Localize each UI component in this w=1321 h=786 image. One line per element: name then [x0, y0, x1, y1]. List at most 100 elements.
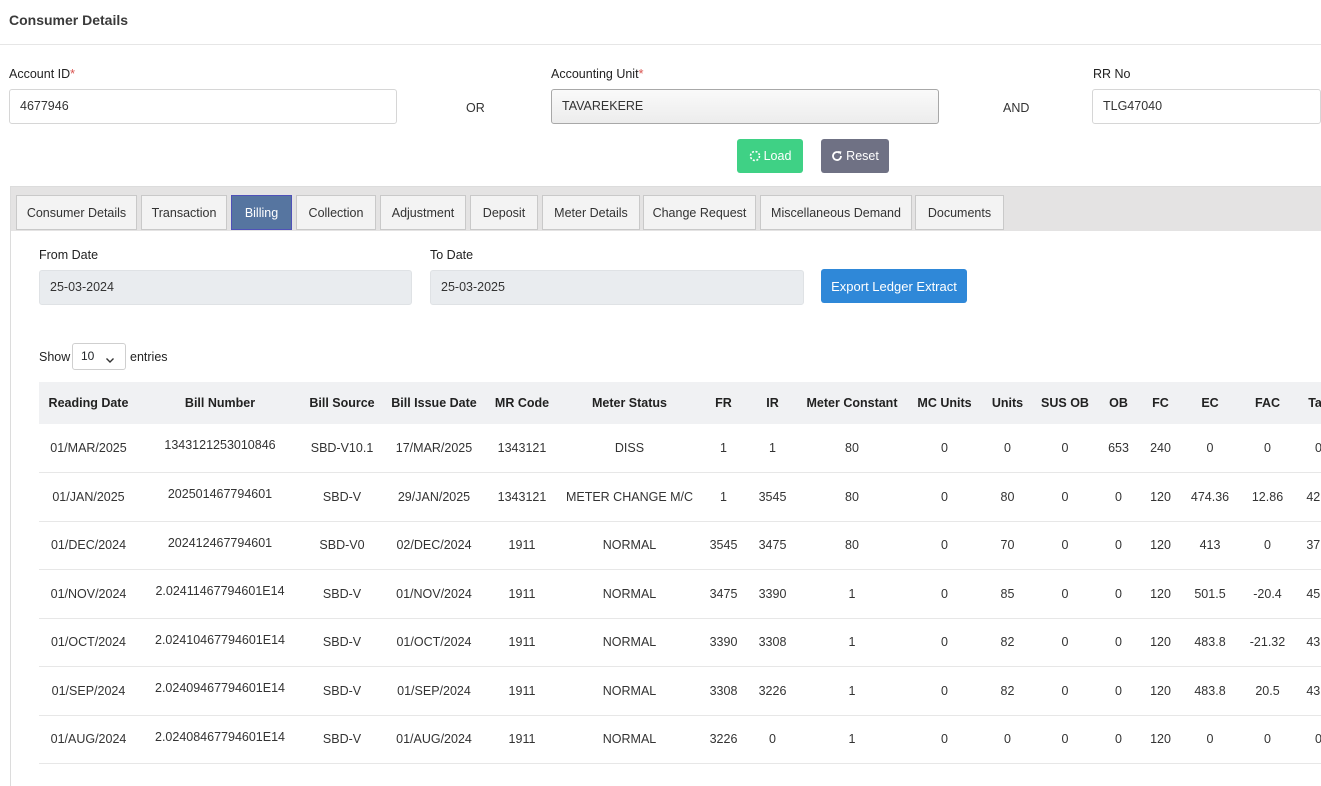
table-cell: 0 [941, 441, 948, 455]
table-cell: SBD-V [322, 732, 362, 747]
column-header[interactable]: OB [1099, 382, 1138, 424]
table-cell: 2.02410467794601E14 [155, 632, 285, 647]
table-cell: 37.7 [1306, 538, 1321, 553]
table-cell: 0 [1061, 635, 1069, 650]
column-header[interactable]: Units [984, 382, 1031, 424]
table-cell: 3226 [758, 683, 787, 698]
tab-change-request[interactable]: Change Request [643, 195, 756, 230]
table-cell: 2.02408467794601E14 [155, 729, 285, 744]
table-cell: 01/OCT/2024 [50, 635, 127, 650]
column-header[interactable]: Meter Status [558, 382, 701, 424]
table-cell: SBD-V [322, 683, 362, 698]
table-cell: 202412467794601 [167, 535, 273, 550]
tab-billing[interactable]: Billing [231, 195, 292, 230]
tab-miscellaneous-demand[interactable]: Miscellaneous Demand [760, 195, 912, 230]
table-cell: 01/NOV/2024 [50, 586, 127, 601]
table-cell: 3545 [709, 538, 738, 553]
column-header[interactable]: FR [701, 382, 746, 424]
table-cell: 02/DEC/2024 [396, 538, 472, 553]
table-cell: 17/MAR/2025 [395, 441, 473, 455]
table-cell: 120 [1150, 683, 1171, 698]
table-cell: 3226 [709, 732, 738, 747]
table-cell: 0 [941, 635, 948, 650]
table-cell: 0 [941, 538, 948, 553]
column-header[interactable]: Bill Source [302, 382, 382, 424]
table-cell: 01/OCT/2024 [396, 635, 472, 650]
table-cell: 120 [1150, 732, 1171, 747]
table-row: 01/NOV/2024 2.02411467794601E14 SBD-V 01/NO… [39, 570, 1321, 618]
table-cell: 12.86 [1251, 489, 1284, 504]
table-cell: 483.8 [1194, 683, 1226, 698]
load-button[interactable]: Load [737, 139, 803, 173]
column-header[interactable]: SUS OB [1031, 382, 1099, 424]
rr-no-input[interactable]: TLG47040 [1092, 89, 1321, 124]
to-date-label: To Date [430, 248, 474, 262]
tab-deposit[interactable]: Deposit [470, 195, 538, 230]
column-header[interactable]: FC [1138, 382, 1183, 424]
tab-consumer-details[interactable]: Consumer Details [16, 195, 137, 230]
table-header-row: Reading Date Bill Number Bill Source Bill I… [39, 382, 1321, 424]
tab-adjustment[interactable]: Adjustment [380, 195, 466, 230]
column-header[interactable]: IR [746, 382, 799, 424]
required-marker: * [70, 67, 76, 81]
table-cell: 0 [941, 489, 948, 504]
column-header[interactable]: Bill Number [138, 382, 302, 424]
tab-transaction[interactable]: Transaction [141, 195, 227, 230]
table-cell: 0 [769, 732, 776, 747]
table-cell: 1 [848, 635, 856, 650]
table-cell: NORMAL [602, 732, 657, 747]
column-header[interactable]: Bill Issue Date [382, 382, 486, 424]
table-cell: NORMAL [602, 538, 657, 553]
table-cell: 01/AUG/2024 [396, 732, 472, 747]
accounting-unit-select[interactable]: TAVAREKERE [551, 89, 939, 124]
column-header[interactable]: MC Units [905, 382, 984, 424]
table-cell: 45.7 [1306, 586, 1321, 601]
table-cell: 120 [1150, 489, 1171, 504]
table-cell: 82 [1000, 683, 1015, 698]
and-text: AND [1003, 101, 1030, 115]
table-cell: 1343121253010846 [164, 438, 276, 452]
reset-button-label: Reset [846, 149, 879, 163]
table-cell: -20.4 [1253, 586, 1282, 601]
table-cell: 120 [1150, 635, 1171, 650]
entries-value: 10 [81, 349, 95, 363]
page-title: Consumer Details [9, 12, 129, 28]
table-cell: SBD-V0 [319, 538, 365, 553]
table-cell: 42.6 [1306, 489, 1321, 504]
column-header[interactable]: MR Code [486, 382, 558, 424]
table-cell: 85 [1000, 586, 1015, 601]
from-date-input[interactable]: 25-03-2024 [39, 270, 412, 305]
table-cell: 1 [720, 489, 727, 504]
table-cell: 0 [1115, 538, 1122, 553]
table-cell: 1 [848, 683, 856, 698]
table-cell: 82 [1000, 635, 1015, 650]
column-header[interactable]: EC [1183, 382, 1237, 424]
table-cell: NORMAL [602, 683, 657, 698]
column-header[interactable]: Tax [1298, 382, 1321, 424]
table-cell: 80 [845, 441, 859, 455]
column-header[interactable]: FAC [1237, 382, 1298, 424]
export-ledger-button[interactable]: Export Ledger Extract [821, 269, 967, 303]
table-row: 01/DEC/2024 202412467794601 SBD-V0 02/DEC/2… [39, 521, 1321, 570]
table-cell: 0 [1115, 732, 1122, 747]
table-cell: 01/JAN/2025 [52, 489, 125, 504]
reset-button[interactable]: Reset [821, 139, 889, 173]
column-header[interactable]: Reading Date [39, 382, 138, 424]
table-cell: 0 [1061, 732, 1069, 747]
to-date-input[interactable]: 25-03-2025 [430, 270, 804, 305]
table-cell: 0 [1264, 538, 1271, 553]
account-id-input[interactable]: 4677946 [9, 89, 397, 124]
table-cell: 3308 [709, 683, 738, 698]
entries-select[interactable]: 10 [72, 343, 126, 370]
table-cell: 1343121 [497, 441, 547, 455]
table-cell: 0 [1004, 732, 1011, 747]
column-header[interactable]: Meter Constant [799, 382, 905, 424]
tab-meter-details[interactable]: Meter Details [542, 195, 640, 230]
spinner-icon [749, 150, 761, 162]
tab-documents[interactable]: Documents [915, 195, 1004, 230]
table-cell: 0 [1061, 538, 1069, 553]
tab-collection[interactable]: Collection [296, 195, 376, 230]
table-cell: 1 [769, 441, 776, 455]
table-cell: SBD-V [322, 586, 362, 601]
table-cell: 0 [1264, 732, 1271, 747]
